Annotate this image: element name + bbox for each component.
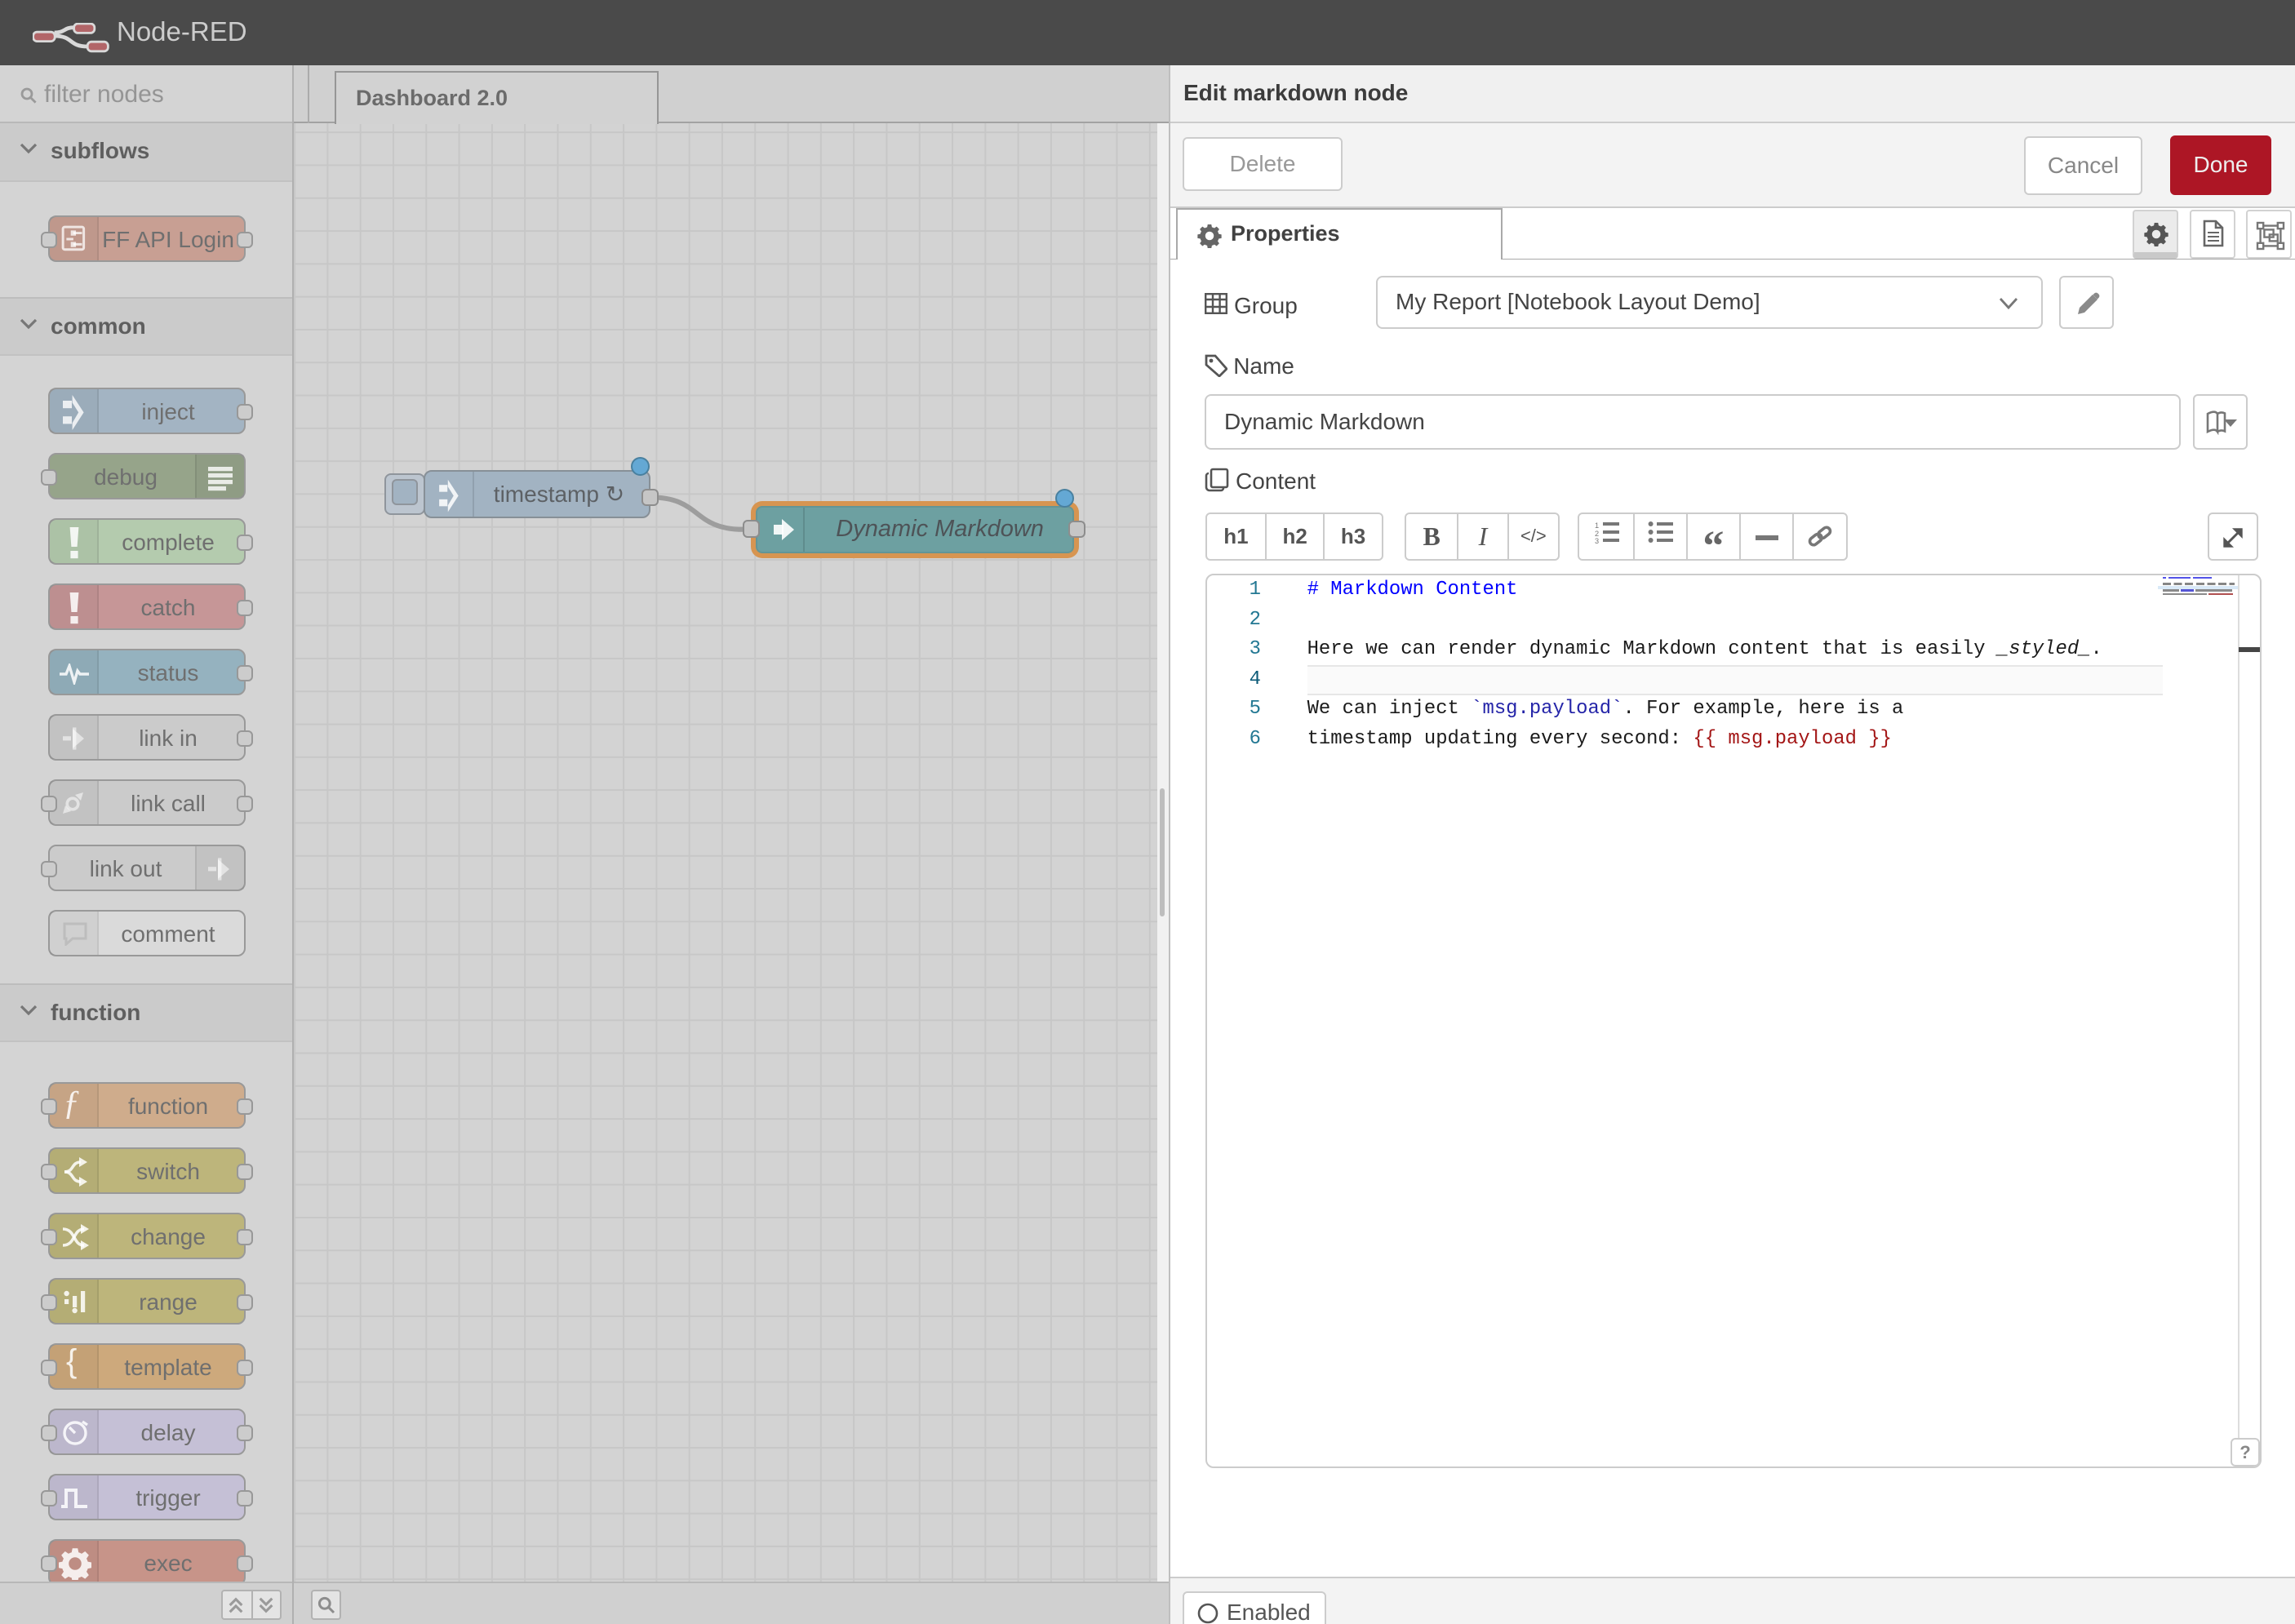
svg-text:3: 3 <box>1595 537 1599 544</box>
svg-text:1: 1 <box>1595 521 1599 530</box>
